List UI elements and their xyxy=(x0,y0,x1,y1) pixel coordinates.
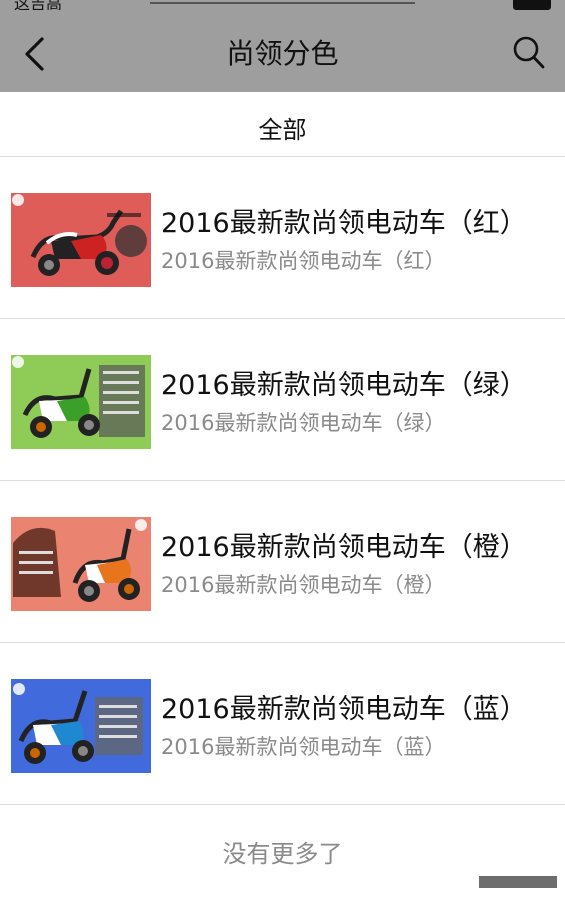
product-list: 2016最新款尚领电动车（红） 2016最新款尚领电动车（红） 2016最新款尚… xyxy=(0,157,565,805)
carrier-label: 这吉高 xyxy=(14,0,63,10)
scooter-image xyxy=(11,679,151,773)
scooter-image xyxy=(11,355,151,449)
page-title: 尚领分色 xyxy=(226,37,339,70)
product-subtitle: 2016最新款尚领电动车（绿） xyxy=(161,411,446,435)
category-filter[interactable]: 全部 xyxy=(0,92,565,157)
product-subtitle: 2016最新款尚领电动车（橙） xyxy=(161,573,446,597)
product-title: 2016最新款尚领电动车（蓝） xyxy=(161,694,527,725)
product-thumbnail xyxy=(11,517,151,611)
product-item[interactable]: 2016最新款尚领电动车（绿） 2016最新款尚领电动车（绿） xyxy=(0,319,565,481)
product-item[interactable]: 2016最新款尚领电动车（橙） 2016最新款尚领电动车（橙） xyxy=(0,481,565,643)
product-title: 2016最新款尚领电动车（红） xyxy=(161,208,527,239)
product-subtitle: 2016最新款尚领电动车（红） xyxy=(161,249,446,273)
scooter-image xyxy=(11,517,151,611)
scooter-image xyxy=(11,193,151,287)
product-thumbnail xyxy=(11,679,151,773)
product-title: 2016最新款尚领电动车（绿） xyxy=(161,370,527,401)
battery-icon xyxy=(513,0,551,10)
product-thumbnail xyxy=(11,355,151,449)
floating-tab[interactable] xyxy=(479,876,557,888)
product-subtitle: 2016最新款尚领电动车（蓝） xyxy=(161,735,446,759)
product-item[interactable]: 2016最新款尚领电动车（红） 2016最新款尚领电动车（红） xyxy=(0,157,565,319)
load-more-footer: 没有更多了 xyxy=(0,808,565,888)
search-button[interactable] xyxy=(511,34,547,72)
product-thumbnail xyxy=(11,193,151,287)
status-clock xyxy=(150,0,415,4)
search-icon xyxy=(513,36,545,69)
filter-all-label: 全部 xyxy=(258,116,307,144)
no-more-label: 没有更多了 xyxy=(222,840,343,868)
product-item[interactable]: 2016最新款尚领电动车（蓝） 2016最新款尚领电动车（蓝） xyxy=(0,643,565,805)
nav-bar: 尚领分色 xyxy=(0,10,565,92)
status-bar: 这吉高 xyxy=(0,0,565,10)
product-title: 2016最新款尚领电动车（橙） xyxy=(161,532,527,563)
